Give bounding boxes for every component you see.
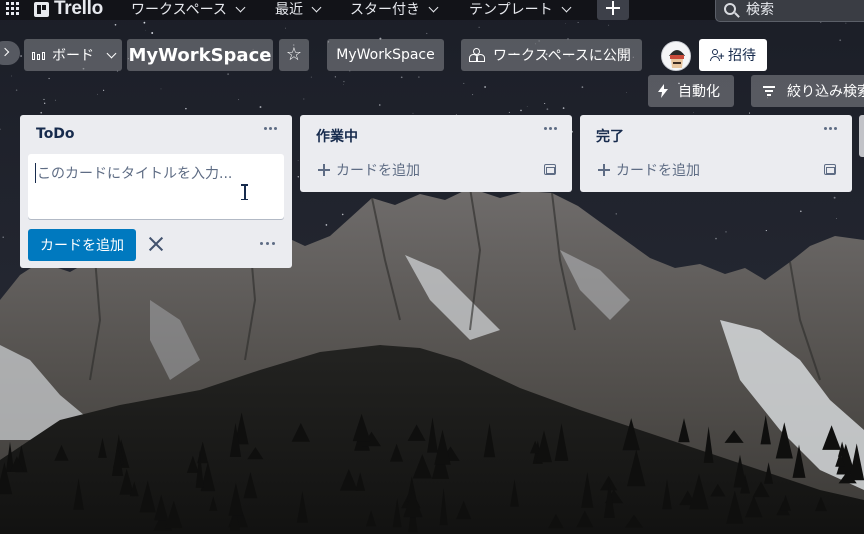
list-in-progress: 作業中 カードを追加 bbox=[300, 115, 572, 192]
add-list-edge[interactable] bbox=[859, 115, 864, 157]
chevron-down-icon bbox=[561, 2, 572, 12]
board-title: MyWorkSpace bbox=[128, 44, 272, 66]
nav-menu-workspaces[interactable]: ワークスペース bbox=[131, 0, 246, 18]
invite-button[interactable]: + 招待 bbox=[699, 39, 767, 71]
list-menu-icon[interactable] bbox=[264, 127, 280, 131]
visibility-button[interactable]: ワークスペースに公開 bbox=[461, 39, 642, 71]
add-member-icon: + bbox=[710, 49, 725, 62]
invite-label: 招待 bbox=[728, 48, 756, 64]
search-placeholder: 検索 bbox=[746, 2, 774, 18]
card-template-icon[interactable] bbox=[544, 164, 556, 175]
list-menu-icon[interactable] bbox=[824, 127, 840, 131]
workspace-label: MyWorkSpace bbox=[336, 47, 435, 63]
workspace-visible-icon bbox=[469, 48, 485, 62]
add-card-label: カードを追加 bbox=[616, 163, 700, 179]
brand-name: Trello bbox=[54, 0, 103, 19]
composer-options-icon[interactable] bbox=[260, 242, 276, 246]
board-view-label: ボード bbox=[52, 48, 94, 64]
workspace-button[interactable]: MyWorkSpace bbox=[327, 39, 444, 71]
filter-button[interactable]: 絞り込み検索 bbox=[751, 75, 864, 107]
nav-menu-label: テンプレート bbox=[469, 2, 553, 18]
lightning-bolt-icon bbox=[658, 84, 668, 98]
add-card-link[interactable]: カードを追加 bbox=[598, 160, 700, 180]
list-todo: ToDo このカードにタイトルを入力... カードを追加 bbox=[20, 115, 292, 268]
card-title-input[interactable]: このカードにタイトルを入力... bbox=[28, 154, 284, 219]
close-icon[interactable] bbox=[147, 235, 165, 253]
trello-logo[interactable]: Trello bbox=[34, 0, 103, 18]
chevron-down-icon bbox=[311, 2, 322, 12]
search-input[interactable]: 検索 bbox=[715, 0, 864, 22]
card-title-placeholder: このカードにタイトルを入力... bbox=[35, 163, 232, 183]
list-title[interactable]: 作業中 bbox=[316, 126, 358, 146]
nav-menu-recent[interactable]: 最近 bbox=[275, 0, 322, 18]
automation-label: 自動化 bbox=[678, 84, 720, 100]
board-view-switcher[interactable]: ボード bbox=[24, 39, 122, 71]
nav-menu-label: 最近 bbox=[275, 2, 303, 18]
list-menu-icon[interactable] bbox=[544, 127, 560, 131]
automation-button[interactable]: 自動化 bbox=[648, 75, 734, 107]
plus-icon bbox=[606, 1, 620, 15]
nav-menu-templates[interactable]: テンプレート bbox=[469, 0, 572, 18]
nav-menu-label: ワークスペース bbox=[131, 2, 227, 18]
member-avatar[interactable] bbox=[661, 41, 691, 71]
visibility-label: ワークスペースに公開 bbox=[493, 48, 631, 64]
add-card-label: カードを追加 bbox=[336, 163, 420, 179]
star-board-button[interactable]: ☆ bbox=[279, 39, 309, 71]
top-navigation-bar: Trello ワークスペース 最近 スター付き テンプレート 検索 bbox=[0, 0, 864, 22]
create-button[interactable] bbox=[597, 0, 629, 20]
board-view-icon bbox=[32, 50, 46, 60]
search-icon bbox=[724, 3, 736, 15]
nav-menu-starred[interactable]: スター付き bbox=[350, 0, 439, 18]
filter-icon bbox=[763, 86, 775, 96]
chevron-down-icon bbox=[106, 48, 117, 58]
chevron-down-icon bbox=[428, 2, 439, 12]
plus-icon bbox=[318, 164, 330, 176]
list-done: 完了 カードを追加 bbox=[580, 115, 852, 192]
add-card-button[interactable]: カードを追加 bbox=[28, 229, 136, 261]
apps-grid-icon[interactable] bbox=[6, 2, 20, 16]
trello-logo-icon bbox=[34, 1, 49, 17]
board-name[interactable]: MyWorkSpace bbox=[127, 39, 273, 71]
filter-label: 絞り込み検索 bbox=[787, 84, 864, 100]
add-card-link[interactable]: カードを追加 bbox=[318, 160, 420, 180]
text-cursor-icon bbox=[241, 184, 248, 200]
list-title[interactable]: ToDo bbox=[36, 126, 75, 142]
star-icon: ☆ bbox=[285, 44, 303, 65]
nav-menu-label: スター付き bbox=[350, 2, 420, 18]
plus-icon bbox=[598, 164, 610, 176]
list-title[interactable]: 完了 bbox=[596, 126, 624, 146]
card-template-icon[interactable] bbox=[824, 164, 836, 175]
chevron-down-icon bbox=[235, 2, 246, 12]
